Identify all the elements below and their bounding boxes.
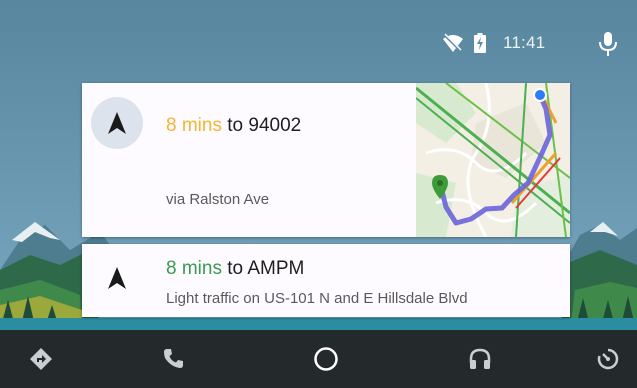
phone-icon[interactable] <box>161 347 185 371</box>
bottom-nav-bar <box>0 330 637 388</box>
map-thumbnail[interactable] <box>416 83 570 237</box>
joiner: to <box>221 258 248 279</box>
battery-charging-icon <box>474 33 486 53</box>
destination-label: AMPM <box>247 258 305 279</box>
microphone-icon[interactable] <box>596 31 620 57</box>
home-icon[interactable] <box>313 346 339 372</box>
route-subtitle: via Ralston Ave <box>166 191 270 208</box>
route-title: 8 mins to AMPM <box>166 258 304 280</box>
route-subtitle: Light traffic on US-101 N and E Hillsdal… <box>166 290 468 307</box>
joiner: to <box>221 115 249 136</box>
status-bar: 11:41 <box>0 0 637 78</box>
android-auto-screen: 11:41 8 mins to 94002 via Ralston Ave 8 … <box>0 0 637 388</box>
navigation-arrow-icon <box>108 267 126 289</box>
headphones-icon[interactable] <box>468 347 492 371</box>
wifi-off-icon <box>443 33 463 53</box>
route-title: 8 mins to 94002 <box>166 115 301 137</box>
eta-label: 8 mins <box>166 115 222 136</box>
clock-time: 11:41 <box>503 33 546 52</box>
route-card-primary[interactable]: 8 mins to 94002 via Ralston Ave <box>82 83 570 237</box>
eta-label: 8 mins <box>166 258 222 279</box>
destination-label: 94002 <box>248 115 302 136</box>
route-card-secondary[interactable]: 8 mins to AMPM Light traffic on US-101 N… <box>82 244 570 317</box>
exit-icon[interactable] <box>596 347 620 371</box>
navigation-icon[interactable] <box>29 347 53 371</box>
navigation-arrow-icon <box>108 112 126 134</box>
